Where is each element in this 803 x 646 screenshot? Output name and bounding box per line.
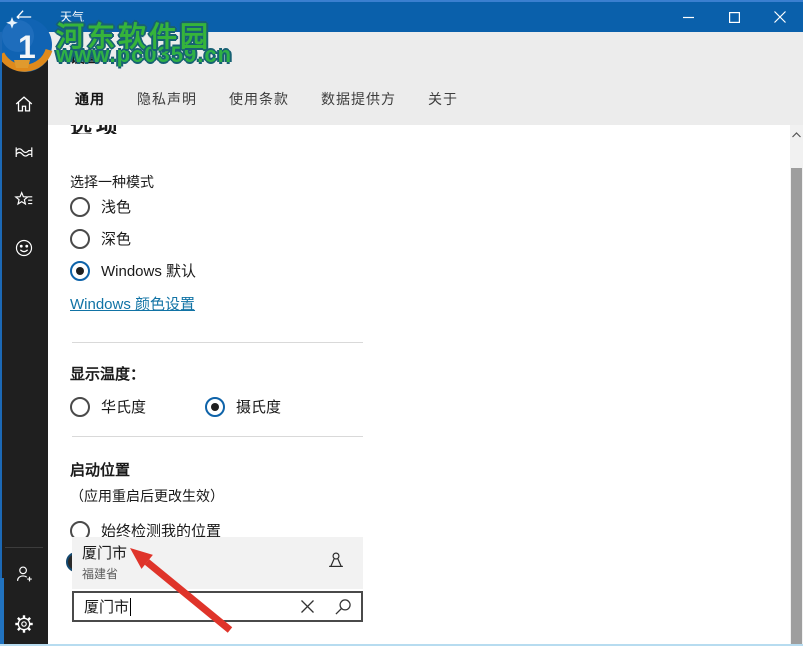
sidebar-item-home[interactable]: [0, 84, 48, 124]
smiley-icon: [13, 237, 35, 259]
star-list-icon: [13, 189, 35, 211]
window-left-edge-bottom: [0, 578, 4, 646]
tab-privacy-statement[interactable]: 隐私声明: [137, 89, 197, 109]
search-magnifier-icon: [333, 597, 353, 617]
window-controls: [665, 2, 803, 32]
windows-color-settings-link[interactable]: Windows 颜色设置: [70, 293, 195, 314]
person-add-icon: [13, 563, 35, 585]
sidebar-item-signin[interactable]: [0, 554, 48, 594]
close-icon: [774, 11, 786, 23]
location-search-input[interactable]: 厦门市: [74, 596, 289, 617]
waves-chart-icon: [13, 141, 35, 163]
scroll-up-arrow[interactable]: [790, 129, 803, 141]
map-pin-icon: [325, 550, 347, 574]
maximize-button[interactable]: [711, 2, 757, 32]
sidebar-item-settings[interactable]: [0, 604, 48, 644]
radio-circle: [70, 397, 90, 417]
window-left-edge: [0, 32, 2, 646]
restart-note: （应用重启后更改生效）: [70, 486, 224, 506]
radio-fahrenheit[interactable]: 华氏度: [70, 396, 146, 417]
location-suggestion-item[interactable]: 厦门市 福建省: [72, 537, 363, 589]
scrollbar-thumb[interactable]: [791, 168, 802, 646]
radio-circle: [70, 229, 90, 249]
page-title: 设置: [70, 46, 100, 67]
titlebar: 天气: [0, 0, 803, 32]
tab-about[interactable]: 关于: [428, 89, 458, 109]
maximize-icon: [729, 12, 740, 23]
radio-light-mode[interactable]: 浅色: [70, 196, 131, 217]
radio-circle: [70, 197, 90, 217]
nav-sidebar: [0, 32, 48, 646]
minimize-button[interactable]: [665, 2, 711, 32]
settings-content: 选项 选择一种模式 浅色 深色 Windows 默认 Windows 颜色设置 …: [48, 125, 790, 646]
settings-header: 设置 通用 隐私声明 使用条款 数据提供方 关于: [48, 32, 803, 125]
search-button[interactable]: [325, 593, 361, 620]
vertical-scrollbar[interactable]: [790, 125, 803, 646]
temperature-section-label: 显示温度：: [70, 363, 145, 384]
back-arrow-icon: [15, 8, 33, 26]
clipped-section-heading: 选项: [70, 125, 190, 134]
minimize-icon: [683, 12, 694, 23]
gear-icon: [13, 613, 35, 635]
back-button[interactable]: [0, 2, 48, 32]
sidebar-item-feedback[interactable]: [0, 228, 48, 268]
location-search-box: 厦门市: [72, 591, 363, 622]
clear-search-button[interactable]: [289, 593, 325, 620]
weather-app-window: 天气: [0, 0, 803, 646]
window-title: 天气: [60, 8, 84, 25]
radio-dark-mode[interactable]: 深色: [70, 228, 131, 249]
suggestion-province: 福建省: [82, 565, 118, 582]
launch-location-label: 启动位置: [70, 459, 130, 480]
sidebar-divider: [5, 547, 43, 548]
tab-general[interactable]: 通用: [75, 89, 105, 109]
suggestion-city: 厦门市: [82, 542, 127, 563]
settings-tabs: 通用 隐私声明 使用条款 数据提供方 关于: [75, 89, 458, 109]
clear-x-icon: [299, 598, 316, 615]
tab-terms-of-use[interactable]: 使用条款: [229, 89, 289, 109]
tab-data-providers[interactable]: 数据提供方: [321, 89, 396, 109]
close-button[interactable]: [757, 2, 803, 32]
radio-circle-checked: [205, 397, 225, 417]
sidebar-item-historical-weather[interactable]: [0, 132, 48, 172]
radio-windows-default-mode[interactable]: Windows 默认: [70, 260, 196, 281]
mode-section-label: 选择一种模式: [70, 172, 154, 192]
radio-celsius[interactable]: 摄氏度: [205, 396, 281, 417]
sidebar-item-places[interactable]: [0, 180, 48, 220]
home-icon: [13, 93, 35, 115]
text-caret: [130, 598, 131, 616]
section-divider: [72, 342, 363, 343]
section-divider: [72, 436, 363, 437]
radio-circle-checked: [70, 261, 90, 281]
